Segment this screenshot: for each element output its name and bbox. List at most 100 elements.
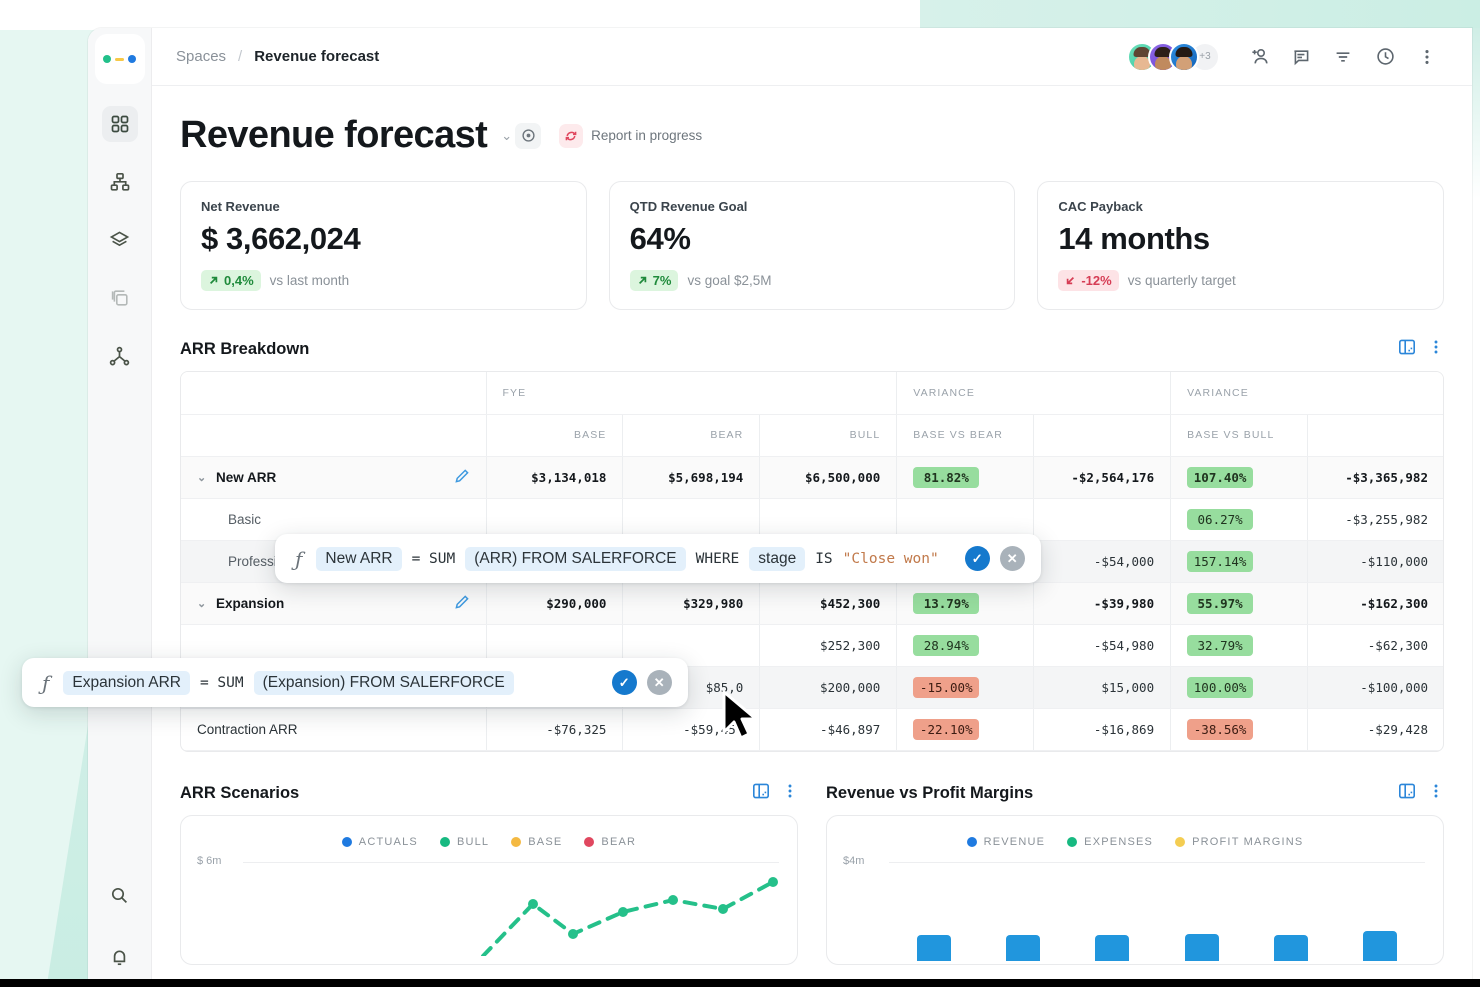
cell-var-bear-pct[interactable]: -22.10% xyxy=(897,708,1034,750)
chevron-down-icon[interactable]: ⌄ xyxy=(197,471,207,484)
filter-icon[interactable] xyxy=(1326,40,1360,74)
target-icon[interactable] xyxy=(515,123,541,149)
cell-bull[interactable]: $452,300 xyxy=(760,582,897,624)
table-row[interactable]: ⌄ Expansion $290,000 xyxy=(181,582,1444,624)
edit-formula-icon[interactable] xyxy=(454,468,470,487)
history-icon[interactable] xyxy=(1368,40,1402,74)
section-more-options-icon[interactable] xyxy=(1428,783,1444,804)
more-options-icon[interactable] xyxy=(1410,40,1444,74)
sidebar-item-duplicate[interactable] xyxy=(102,280,138,316)
formula-value-token[interactable]: "Close won" xyxy=(843,551,939,567)
row-label-cell[interactable]: ⌄ New ARR xyxy=(181,456,486,498)
cell-var-bull-amt[interactable]: -$3,365,982 xyxy=(1308,456,1444,498)
function-icon: ƒ xyxy=(291,547,306,571)
status-badge[interactable]: Report in progress xyxy=(559,124,702,148)
formula-source-token[interactable]: (ARR) FROM SALERFORCE xyxy=(465,547,685,571)
cell-bull[interactable]: $252,300 xyxy=(760,624,897,666)
cell-bull[interactable]: $6,500,000 xyxy=(760,456,897,498)
kpi-card-net-revenue[interactable]: Net Revenue $ 3,662,024 0,4% vs last mon… xyxy=(180,181,587,310)
app-logo[interactable] xyxy=(95,34,145,84)
section-actions xyxy=(1398,782,1444,805)
chevron-down-icon[interactable]: ⌄ xyxy=(197,597,207,610)
cell-bull[interactable]: -$46,897 xyxy=(760,708,897,750)
cell-var-bear-pct[interactable]: 28.94% xyxy=(897,624,1034,666)
cell-var-bear-amt[interactable] xyxy=(1034,498,1171,540)
formula-editor-new-arr[interactable]: ƒ New ARR = SUM (ARR) FROM SALERFORCE WH… xyxy=(275,534,1041,583)
cell-var-bear-amt[interactable]: -$54,980 xyxy=(1034,624,1171,666)
comment-icon[interactable] xyxy=(1284,40,1318,74)
cell-var-bull-pct[interactable]: -38.56% xyxy=(1171,708,1308,750)
table-row[interactable]: Contraction ARR -$76,325 -$59,456 -$46,8… xyxy=(181,708,1444,750)
cell-var-bull-pct[interactable]: 100.00% xyxy=(1171,666,1308,708)
cell-var-bull-amt[interactable]: -$3,255,982 xyxy=(1308,498,1444,540)
confirm-formula-button[interactable]: ✓ xyxy=(612,670,637,695)
sidebar-item-org-chart[interactable] xyxy=(102,164,138,200)
cell-var-bear-amt[interactable]: -$2,564,176 xyxy=(1034,456,1171,498)
cell-bear[interactable]: -$59,456 xyxy=(623,708,760,750)
cancel-formula-button[interactable]: ✕ xyxy=(647,670,672,695)
sub-header-base-vs-bull[interactable]: BASE VS BULL xyxy=(1171,414,1308,456)
cell-var-bear-pct[interactable]: 13.79% xyxy=(897,582,1034,624)
sub-header-base-vs-bear[interactable]: BASE VS BEAR xyxy=(897,414,1034,456)
sidebar-item-search[interactable] xyxy=(102,877,138,913)
sidebar-item-layers[interactable] xyxy=(102,222,138,258)
sub-header-base[interactable]: BASE xyxy=(486,414,623,456)
formula-source-token[interactable]: (Expansion) FROM SALERFORCE xyxy=(254,671,514,695)
cell-bull[interactable]: $200,000 xyxy=(760,666,897,708)
breadcrumb-spaces[interactable]: Spaces xyxy=(176,48,226,65)
kpi-card-cac-payback[interactable]: CAC Payback 14 months -12% vs quarterly … xyxy=(1037,181,1444,310)
expand-layout-icon[interactable] xyxy=(1398,782,1416,805)
cell-var-bear-amt[interactable]: -$39,980 xyxy=(1034,582,1171,624)
sub-header-base-vs-bear-amt xyxy=(1034,414,1171,456)
confirm-formula-button[interactable]: ✓ xyxy=(965,546,990,571)
expand-layout-icon[interactable] xyxy=(1398,338,1416,361)
legend-item: EXPENSES xyxy=(1067,836,1153,848)
cell-var-bear-amt[interactable]: $15,000 xyxy=(1034,666,1171,708)
section-more-options-icon[interactable] xyxy=(1428,339,1444,360)
edit-formula-icon[interactable] xyxy=(454,594,470,613)
formula-name-token[interactable]: New ARR xyxy=(316,547,401,571)
formula-editor-expansion-arr[interactable]: ƒ Expansion ARR = SUM (Expansion) FROM S… xyxy=(22,658,688,707)
cell-var-bull-pct[interactable]: 107.40% xyxy=(1171,456,1308,498)
cell-var-bull-pct[interactable]: 55.97% xyxy=(1171,582,1308,624)
arr-scenarios-chart[interactable]: ACTUALS BULL BASE BEAR $ 6m xyxy=(180,815,798,965)
cell-var-bull-pct[interactable]: 32.79% xyxy=(1171,624,1308,666)
cell-bear[interactable]: $329,980 xyxy=(623,582,760,624)
sidebar-item-share-network[interactable] xyxy=(102,338,138,374)
section-more-options-icon[interactable] xyxy=(782,783,798,804)
cancel-formula-button[interactable]: ✕ xyxy=(1000,546,1025,571)
sub-header-bull[interactable]: BULL xyxy=(760,414,897,456)
row-label-cell[interactable]: Contraction ARR xyxy=(181,708,486,750)
cell-base[interactable]: $3,134,018 xyxy=(486,456,623,498)
cell-var-bear-amt[interactable]: -$16,869 xyxy=(1034,708,1171,750)
row-label-cell[interactable]: ⌄ Expansion xyxy=(181,582,486,624)
kpi-card-qtd-revenue-goal[interactable]: QTD Revenue Goal 64% 7% vs goal $2,5M xyxy=(609,181,1016,310)
cell-var-bull-amt[interactable]: -$100,000 xyxy=(1308,666,1444,708)
collaborator-avatars[interactable]: +3 xyxy=(1127,42,1220,72)
sidebar-item-notifications[interactable] xyxy=(102,939,138,975)
cell-bear[interactable]: $5,698,194 xyxy=(623,456,760,498)
cell-var-bear-pct[interactable]: -15.00% xyxy=(897,666,1034,708)
cell-var-bull-amt[interactable]: -$110,000 xyxy=(1308,540,1444,582)
breadcrumb-current[interactable]: Revenue forecast xyxy=(254,48,379,65)
cell-var-bull-amt[interactable]: -$29,428 xyxy=(1308,708,1444,750)
cell-base[interactable]: -$76,325 xyxy=(486,708,623,750)
cell-base[interactable]: $290,000 xyxy=(486,582,623,624)
cell-var-bull-amt[interactable]: -$62,300 xyxy=(1308,624,1444,666)
cell-var-bull-pct[interactable]: 157.14% xyxy=(1171,540,1308,582)
formula-name-token[interactable]: Expansion ARR xyxy=(63,671,190,695)
legend-swatch xyxy=(1175,837,1185,847)
add-person-icon[interactable] xyxy=(1242,40,1276,74)
expand-layout-icon[interactable] xyxy=(752,782,770,805)
cell-var-bear-amt[interactable]: -$54,000 xyxy=(1034,540,1171,582)
sidebar-item-dashboard[interactable] xyxy=(102,106,138,142)
avatar[interactable] xyxy=(1169,42,1199,72)
formula-field-token[interactable]: stage xyxy=(749,547,805,571)
revenue-vs-profit-chart[interactable]: REVENUE EXPENSES PROFIT MARGINS $4m xyxy=(826,815,1444,965)
cell-var-bull-pct[interactable]: 06.27% xyxy=(1171,498,1308,540)
title-visibility-control[interactable]: ⌄ xyxy=(501,123,541,149)
table-row[interactable]: ⌄ New ARR $3,134,018 xyxy=(181,456,1444,498)
sub-header-bear[interactable]: BEAR xyxy=(623,414,760,456)
cell-var-bull-amt[interactable]: -$162,300 xyxy=(1308,582,1444,624)
cell-var-bear-pct[interactable]: 81.82% xyxy=(897,456,1034,498)
